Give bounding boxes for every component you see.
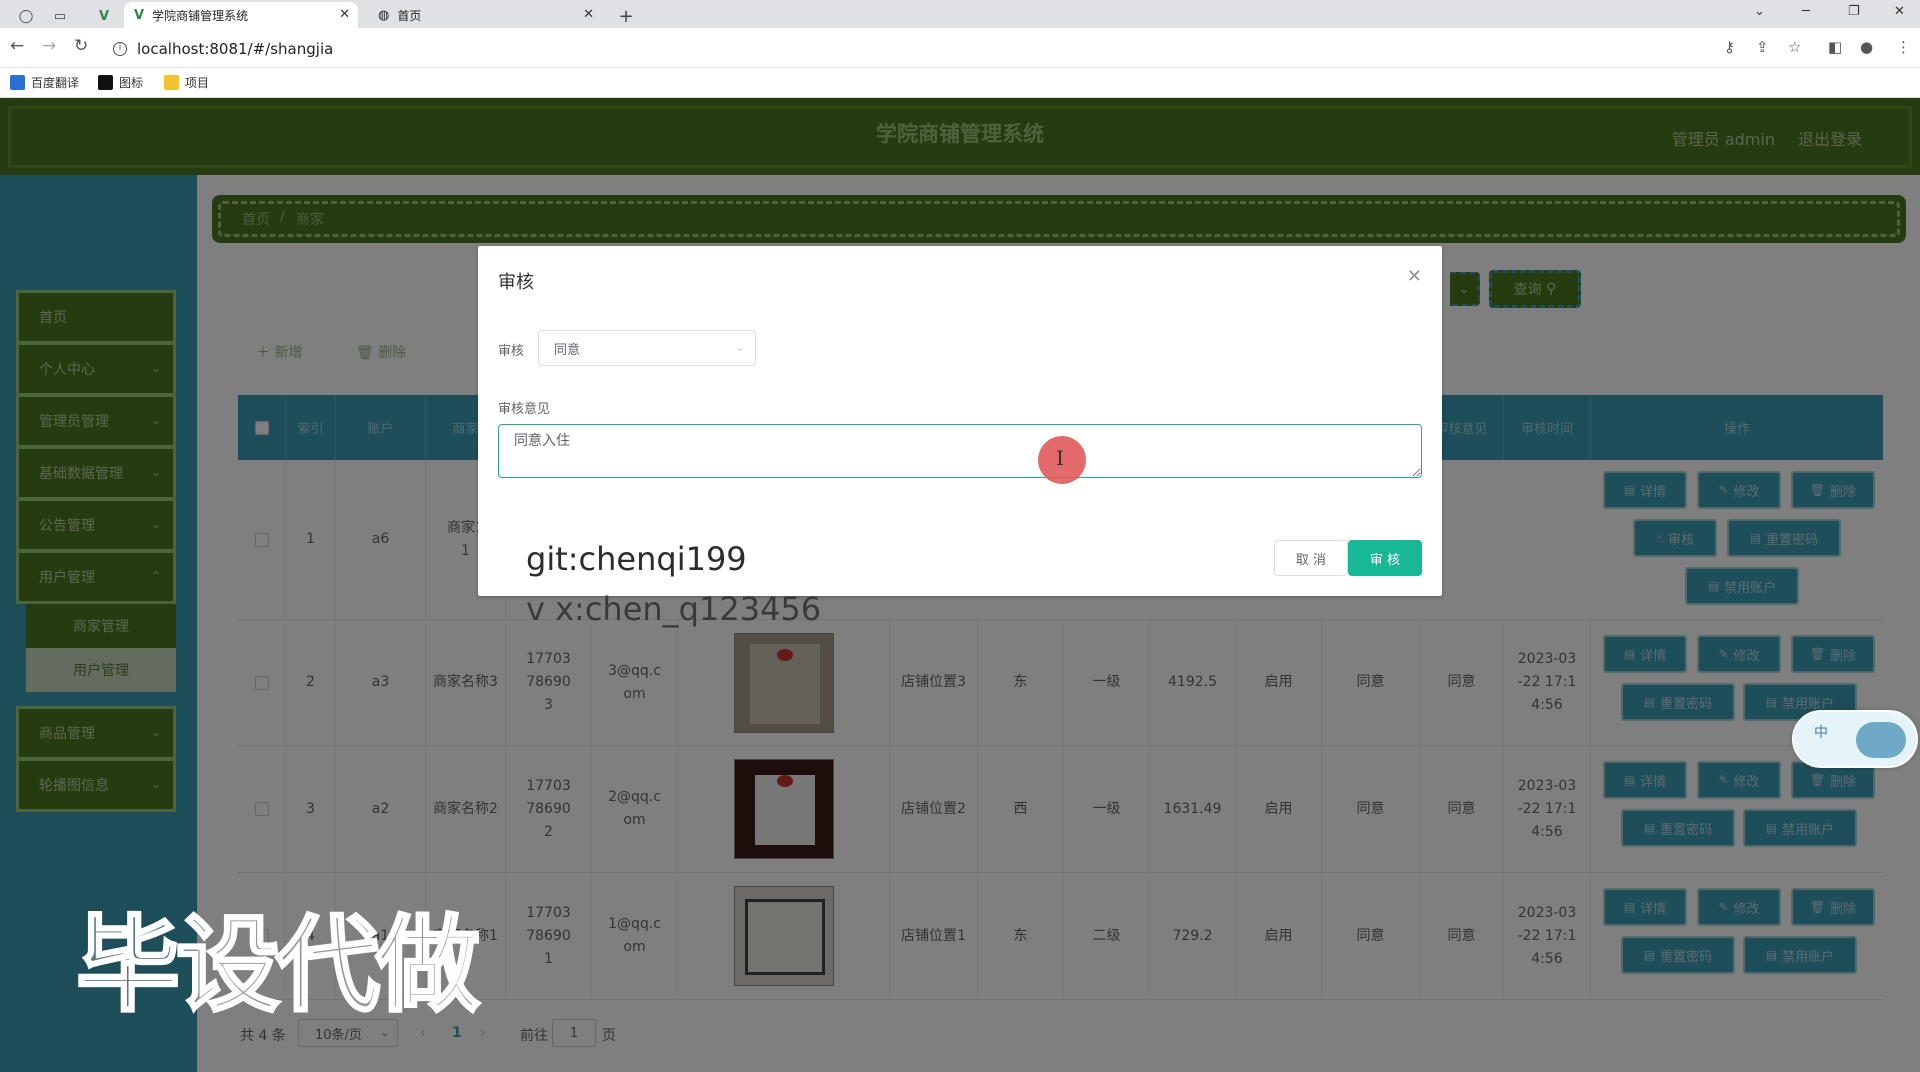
window-close-icon[interactable]: ✕ xyxy=(1894,4,1905,19)
share-icon[interactable]: ⇪ xyxy=(1756,38,1769,56)
ime-mode-label: 中 xyxy=(1814,725,1828,741)
audit-confirm-button[interactable]: 审 核 xyxy=(1348,540,1422,576)
bookmarks-bar: 百度翻译 图标 项目 xyxy=(0,68,1920,98)
menu-icon[interactable]: ⋮ xyxy=(1896,38,1911,56)
info-icon[interactable]: i xyxy=(113,42,127,56)
key-icon[interactable]: ⚷ xyxy=(1724,38,1735,56)
ime-mascot-icon xyxy=(1856,722,1906,758)
folder-icon xyxy=(164,75,179,90)
tab-home[interactable]: ◍ 首页 ✕ xyxy=(368,2,602,28)
url-field[interactable]: i localhost:8081/#/shangjia xyxy=(113,37,1673,61)
watermark-wechat: v x:chen_q123456 xyxy=(526,590,822,628)
audit-dialog: 审核 ✕ 审核 同意 ⌄ 审核意见 同意入住 I git:chenqi199 取… xyxy=(478,246,1442,596)
tab-title: 首页 xyxy=(397,8,422,23)
close-icon[interactable]: ✕ xyxy=(1407,266,1422,287)
bookmark-icons[interactable]: 图标 xyxy=(98,74,143,91)
forward-icon[interactable]: → xyxy=(42,36,56,56)
text-cursor-icon: I xyxy=(1056,446,1064,470)
url-text: localhost:8081/#/shangjia xyxy=(137,40,334,58)
globe-icon[interactable]: ◯ xyxy=(14,4,38,28)
vue-logo-icon: V xyxy=(134,7,145,23)
blank-tab-icon[interactable]: ▭ xyxy=(48,4,72,28)
translate-icon xyxy=(10,75,25,90)
cancel-button[interactable]: 取 消 xyxy=(1274,540,1348,576)
browser-tabbar: ◯ ▭ V V 学院商铺管理系统 ✕ ◍ 首页 ✕ + ⌄ ─ ❐ ✕ xyxy=(0,0,1920,28)
address-bar: ← → ↻ i localhost:8081/#/shangjia ⚷ ⇪ ☆ … xyxy=(0,28,1920,68)
tab-title: 学院商铺管理系统 xyxy=(152,8,249,23)
back-icon[interactable]: ← xyxy=(10,36,24,56)
audit-label: 审核 xyxy=(498,344,525,359)
close-icon[interactable]: ✕ xyxy=(583,7,594,22)
restore-icon[interactable]: ❐ xyxy=(1848,4,1860,19)
minimize-icon[interactable]: ─ xyxy=(1802,4,1810,19)
profile-icon[interactable]: ● xyxy=(1860,38,1873,56)
bookmark-label: 图标 xyxy=(119,76,144,90)
bookmark-label: 百度翻译 xyxy=(31,76,80,90)
bookmark-label: 项目 xyxy=(185,76,210,90)
new-tab-button[interactable]: + xyxy=(614,4,638,28)
chevron-down-icon: ⌄ xyxy=(735,341,745,354)
dialog-title: 审核 xyxy=(498,272,534,293)
tab-active[interactable]: V 学院商铺管理系统 ✕ xyxy=(124,2,358,28)
opinion-textarea[interactable]: 同意入住 xyxy=(498,424,1422,478)
bookmark-project[interactable]: 项目 xyxy=(164,74,209,91)
bookmark-baidu-translate[interactable]: 百度翻译 xyxy=(10,74,79,91)
vue-icon[interactable]: V xyxy=(92,4,116,28)
watermark-big: 毕设代做 xyxy=(74,903,481,1028)
close-icon[interactable]: ✕ xyxy=(339,7,350,22)
audit-select-value: 同意 xyxy=(554,342,581,358)
audit-select[interactable]: 同意 ⌄ xyxy=(538,330,756,366)
bookmark-icon xyxy=(98,75,113,90)
tab-search-icon[interactable]: ⌄ xyxy=(1754,4,1765,19)
opinion-label: 审核意见 xyxy=(498,402,551,417)
reload-icon[interactable]: ↻ xyxy=(74,36,88,56)
ime-widget[interactable]: 中 xyxy=(1792,710,1918,768)
globe-icon: ◍ xyxy=(378,7,390,23)
star-icon[interactable]: ☆ xyxy=(1788,38,1801,56)
watermark-git: git:chenqi199 xyxy=(526,540,747,578)
sidepanel-icon[interactable]: ◧ xyxy=(1828,38,1842,56)
